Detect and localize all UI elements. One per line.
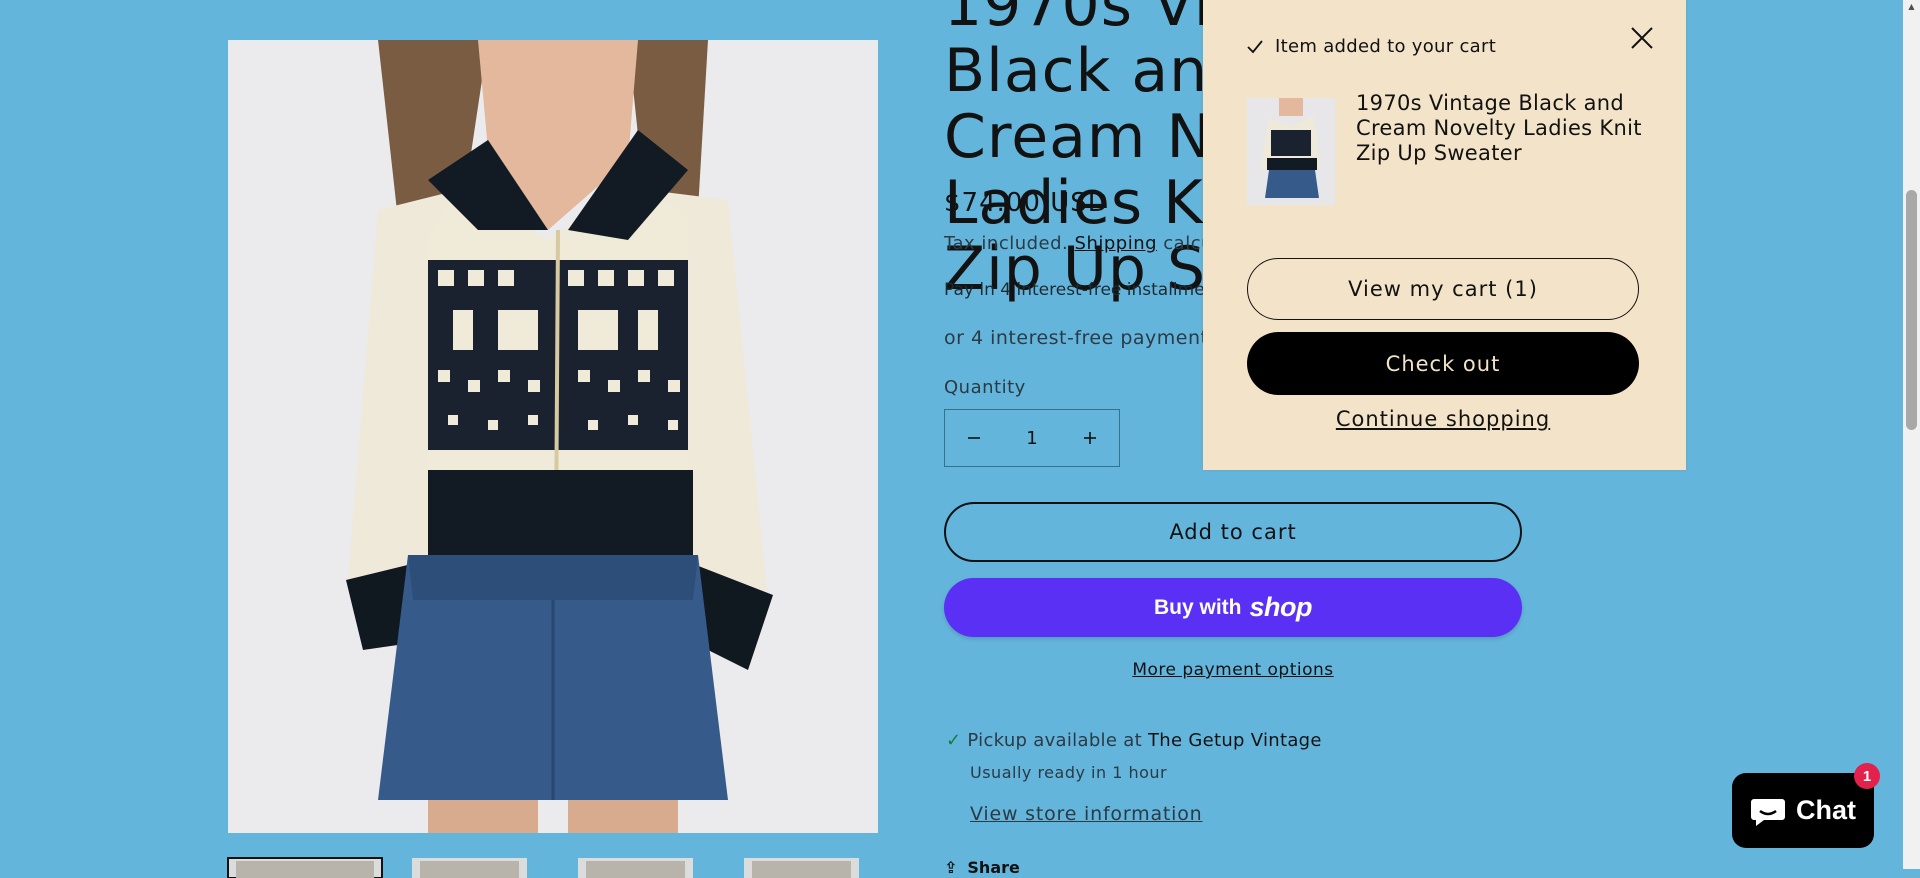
thumbnail-3[interactable] — [578, 858, 693, 878]
quantity-input[interactable]: 1 — [1003, 428, 1061, 449]
close-icon[interactable] — [1628, 24, 1656, 52]
thumbnail-1[interactable] — [227, 857, 383, 878]
item-added-text: Item added to your cart — [1275, 36, 1497, 57]
scrollbar-thumb[interactable] — [1906, 190, 1917, 430]
quantity-decrease-button[interactable] — [945, 410, 1003, 466]
chat-button[interactable]: Chat 1 — [1732, 763, 1880, 848]
cart-item-name: 1970s Vintage Black and Cream Novelty La… — [1356, 91, 1642, 165]
add-to-cart-button[interactable]: Add to cart — [944, 502, 1522, 562]
check-icon: ✓ — [946, 730, 962, 751]
quantity-label: Quantity — [944, 377, 1026, 398]
pickup-store: The Getup Vintage — [1147, 730, 1322, 751]
quantity-increase-button[interactable] — [1061, 410, 1119, 466]
check-icon — [1247, 39, 1263, 53]
more-payment-options-link[interactable]: More payment options — [944, 660, 1522, 680]
product-price: $74.00 USD — [944, 188, 1109, 218]
chat-unread-badge: 1 — [1854, 763, 1880, 789]
cart-notification: Item added to your cart 1970s Vintage Bl… — [1203, 0, 1686, 470]
pickup-ready-time: Usually ready in 1 hour — [970, 763, 1168, 782]
tax-text: Tax included. — [944, 233, 1075, 254]
share-button[interactable]: ⇪ Share — [944, 858, 1020, 877]
thumbnail-2[interactable] — [412, 858, 527, 878]
share-icon: ⇪ — [944, 858, 958, 877]
quantity-stepper: 1 — [944, 409, 1120, 467]
pickup-availability: ✓ Pickup available at The Getup Vintage — [946, 730, 1322, 751]
continue-shopping-link[interactable]: Continue shopping — [1247, 407, 1639, 431]
thumbnail-4[interactable] — [744, 858, 859, 878]
pickup-prefix: Pickup available at — [967, 730, 1142, 751]
cart-notification-heading: Item added to your cart — [1247, 36, 1496, 57]
shipping-link[interactable]: Shipping — [1075, 233, 1158, 254]
payments-note: or 4 interest-free payments — [944, 327, 1219, 349]
installments-note: Pay in 4 interest-free installments — [944, 280, 1231, 300]
plus-icon — [1084, 432, 1096, 444]
scroll-up-arrow-icon[interactable]: ▲ — [1906, 2, 1917, 12]
view-store-information-link[interactable]: View store information — [970, 803, 1202, 825]
shop-logo: shop — [1249, 592, 1313, 622]
buy-with-label: Buy with — [1154, 595, 1242, 619]
minus-icon — [968, 437, 980, 439]
chat-bubble-icon — [1751, 798, 1785, 826]
scrollbar[interactable]: ▲ — [1903, 0, 1920, 869]
product-image[interactable] — [228, 40, 878, 833]
view-cart-button[interactable]: View my cart (1) — [1247, 258, 1639, 320]
buy-with-shop-button[interactable]: Buy with shop — [944, 578, 1522, 637]
chat-label: Chat — [1796, 795, 1856, 825]
share-label: Share — [967, 858, 1020, 877]
checkout-button[interactable]: Check out — [1247, 332, 1639, 395]
cart-item-image — [1247, 98, 1335, 205]
